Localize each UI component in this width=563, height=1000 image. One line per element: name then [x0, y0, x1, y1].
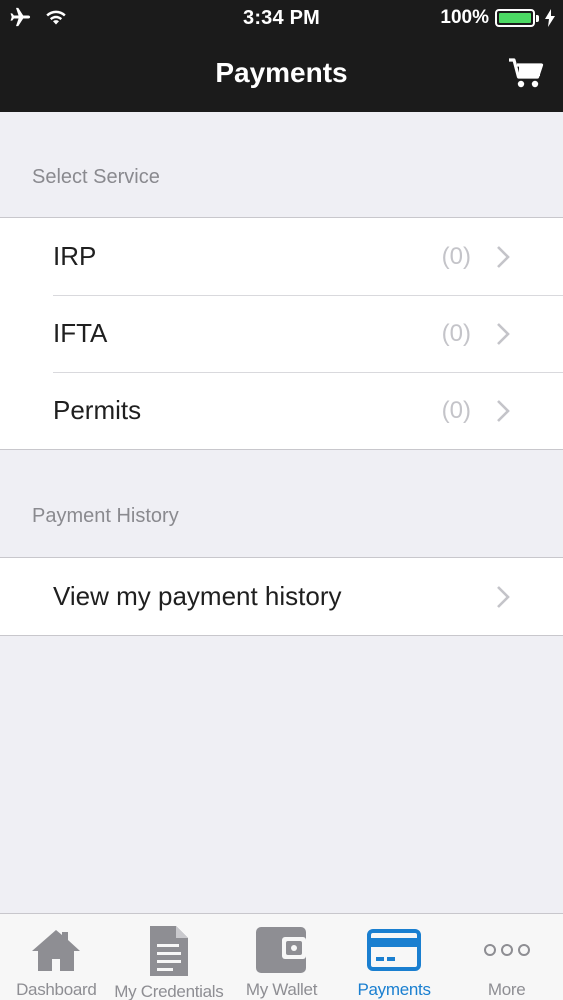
service-row-irp[interactable]: IRP (0) — [0, 218, 563, 295]
tab-more[interactable]: More — [450, 914, 563, 1000]
row-count: (0) — [441, 396, 471, 424]
chevron-right-icon — [497, 322, 510, 345]
charging-bolt-icon — [545, 9, 555, 27]
tab-icon-wrapper — [28, 924, 84, 976]
row-count: (0) — [441, 319, 471, 347]
credit-card-icon — [367, 929, 422, 971]
row-label: Permits — [53, 395, 142, 425]
house-icon — [32, 930, 81, 971]
battery-level — [499, 13, 531, 23]
service-row-permits[interactable]: Permits (0) — [0, 372, 563, 449]
page-title: Payments — [215, 57, 348, 88]
cart-button[interactable] — [507, 56, 545, 90]
tab-icon-wrapper — [253, 924, 309, 976]
tab-my-credentials[interactable]: My Credentials — [113, 914, 226, 1000]
tab-dashboard[interactable]: Dashboard — [0, 914, 113, 1000]
tab-label: My Credentials — [114, 982, 224, 1000]
chevron-right-icon — [497, 585, 510, 608]
battery-percentage: 100% — [440, 7, 489, 28]
row-count: (0) — [441, 242, 471, 270]
section-header-payment-history: Payment History — [32, 505, 179, 527]
status-right: 100% — [440, 7, 555, 29]
payment-history-list: View my payment history — [0, 557, 563, 636]
row-label: IRP — [53, 241, 97, 271]
tab-label: Dashboard — [16, 980, 97, 999]
chevron-right-icon — [497, 399, 510, 422]
navigation-header: 3:34 PM 100% Payments — [0, 0, 563, 112]
tab-label: More — [487, 980, 526, 999]
wallet-icon — [256, 927, 307, 973]
tab-icon-wrapper — [479, 924, 535, 976]
tab-label: Payments — [357, 980, 431, 999]
battery-icon — [495, 9, 539, 27]
tab-label: My Wallet — [245, 980, 318, 999]
tab-icon-wrapper — [366, 924, 422, 976]
document-icon — [149, 926, 188, 976]
view-payment-history-row[interactable]: View my payment history — [0, 558, 563, 635]
more-dots-icon — [483, 944, 530, 956]
tab-bar: Dashboard My Credentials My Wallet Payme… — [0, 913, 563, 1000]
battery-tip — [536, 15, 539, 22]
service-list: IRP (0) IFTA (0) Permits (0) — [0, 217, 563, 450]
row-label: IFTA — [53, 318, 108, 348]
service-row-ifta[interactable]: IFTA (0) — [0, 295, 563, 372]
status-bar: 3:34 PM 100% — [0, 0, 563, 36]
cart-icon — [509, 58, 544, 88]
row-label: View my payment history — [53, 581, 342, 611]
chevron-right-icon — [497, 245, 510, 268]
tab-my-wallet[interactable]: My Wallet — [225, 914, 338, 1000]
section-header-select-service: Select Service — [32, 166, 160, 188]
tab-icon-wrapper — [141, 924, 197, 978]
tab-payments[interactable]: Payments — [338, 914, 451, 1000]
